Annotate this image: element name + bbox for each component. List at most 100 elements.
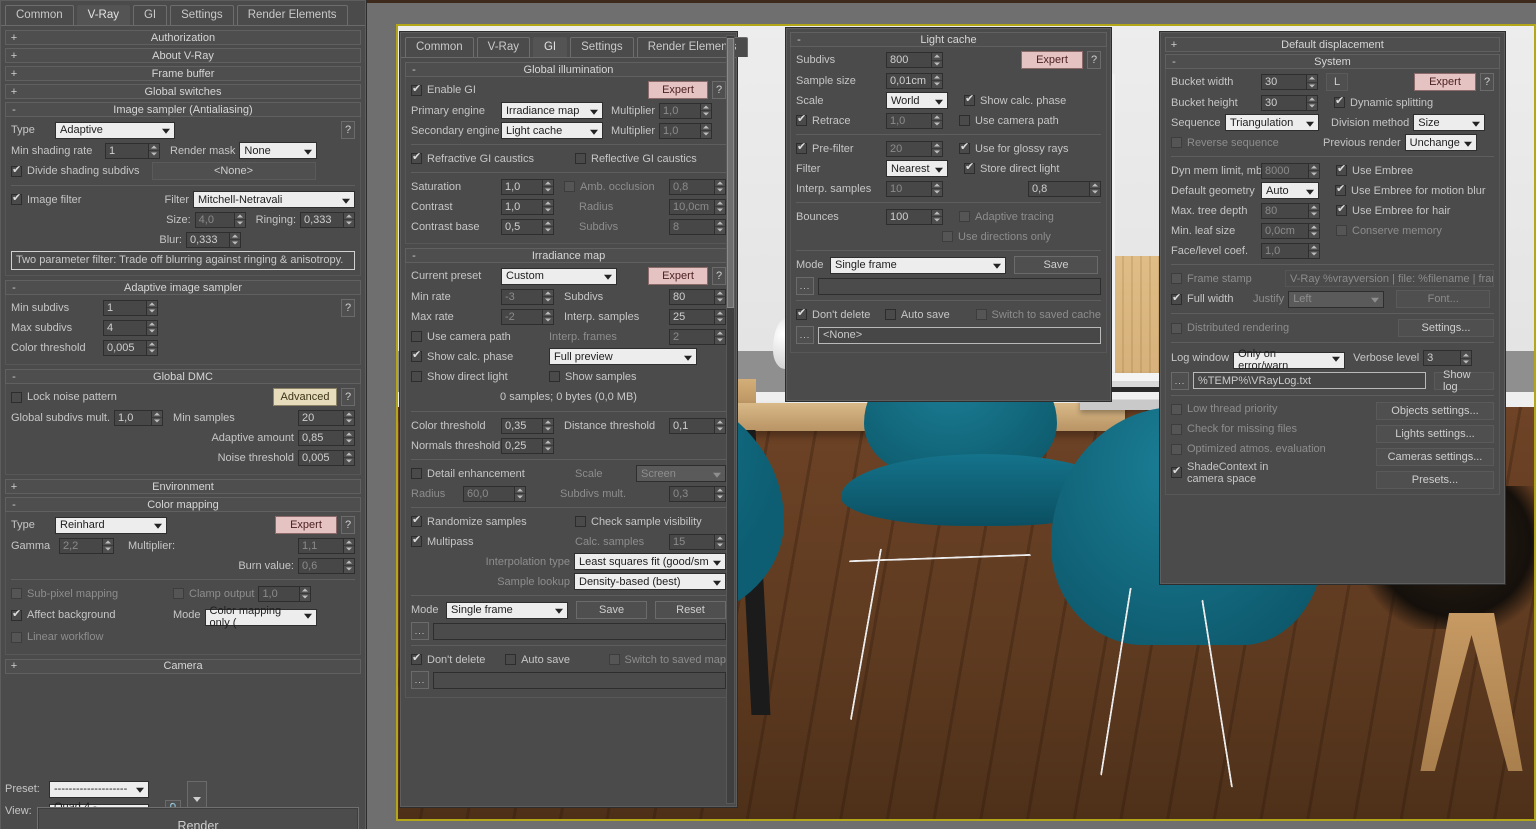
- full-width-checkbox[interactable]: Full width: [1171, 292, 1249, 305]
- show-log-button[interactable]: Show log: [1434, 369, 1494, 393]
- tab-gi[interactable]: GI: [132, 5, 168, 25]
- help-button[interactable]: ?: [1087, 51, 1101, 69]
- show-calc-phase-checkbox[interactable]: Show calc. phase: [411, 349, 545, 363]
- normals-threshold-input[interactable]: [501, 437, 543, 454]
- interpolation-type-select[interactable]: Least squares fit (good/sm: [574, 553, 726, 570]
- help-button[interactable]: ?: [1480, 73, 1494, 91]
- im-color-threshold-input[interactable]: [501, 417, 543, 434]
- ao-radius-input[interactable]: [669, 198, 715, 215]
- render-button[interactable]: Render: [37, 806, 359, 829]
- lc-mode-select[interactable]: Single frame: [830, 256, 1006, 274]
- use-camera-path-checkbox[interactable]: Use camera path: [411, 331, 545, 343]
- calc-samples-input[interactable]: [669, 533, 715, 550]
- min-samples-input[interactable]: [298, 409, 344, 426]
- lc-use-directions-only-checkbox[interactable]: Use directions only: [942, 231, 1051, 243]
- lc-use-glossy-rays-checkbox[interactable]: Use for glossy rays: [959, 141, 1069, 155]
- tab-render-elements[interactable]: Render Elements: [236, 5, 348, 25]
- objects-settings-button[interactable]: Objects settings...: [1376, 401, 1494, 420]
- rollout-global-illumination[interactable]: - Global illumination: [405, 62, 732, 77]
- im-auto-save-checkbox[interactable]: Auto save: [505, 654, 604, 666]
- amb-occlusion-input[interactable]: [669, 178, 715, 195]
- lc-interp-samples-input[interactable]: [886, 180, 932, 197]
- blur-spinner[interactable]: [230, 231, 241, 248]
- help-button[interactable]: ?: [712, 267, 726, 285]
- lights-settings-button[interactable]: Lights settings...: [1376, 424, 1494, 443]
- im-subdivs-input[interactable]: [669, 288, 715, 305]
- lc-save-button[interactable]: Save: [1014, 256, 1098, 274]
- verbose-level-spinner[interactable]: [1461, 350, 1473, 367]
- gi-panel-scrollbar[interactable]: [726, 35, 735, 804]
- im-color-threshold-spinner[interactable]: [543, 417, 554, 434]
- advanced-mode-button[interactable]: Advanced: [273, 388, 337, 406]
- justify-select[interactable]: Left: [1288, 290, 1385, 308]
- distance-threshold-input[interactable]: [669, 417, 715, 434]
- expert-mode-button[interactable]: Expert: [648, 81, 708, 99]
- ringing-spinner[interactable]: [344, 211, 355, 228]
- detail-enhancement-checkbox[interactable]: Detail enhancement: [411, 468, 571, 480]
- low-thread-priority-checkbox[interactable]: Low thread priority: [1171, 403, 1278, 415]
- primary-multiplier-input[interactable]: [659, 102, 702, 119]
- adaptive-amount-input[interactable]: [298, 429, 344, 446]
- expert-mode-button[interactable]: Expert: [1021, 51, 1083, 69]
- calc-samples-spinner[interactable]: [715, 533, 726, 550]
- default-geometry-select[interactable]: Auto: [1261, 182, 1319, 199]
- bucket-width-spinner[interactable]: [1307, 74, 1318, 90]
- amb-occlusion-spinner[interactable]: [715, 178, 726, 195]
- linear-workflow-checkbox[interactable]: Linear workflow: [11, 631, 103, 643]
- sample-lookup-select[interactable]: Density-based (best): [574, 573, 726, 590]
- help-button[interactable]: ?: [341, 121, 355, 139]
- im-switch-saved-checkbox[interactable]: Switch to saved map: [608, 654, 726, 666]
- image-filter-checkbox[interactable]: Image filter: [11, 192, 81, 206]
- lc-pre-filter-spinner[interactable]: [932, 140, 943, 157]
- distributed-settings-button[interactable]: Settings...: [1398, 319, 1494, 337]
- embree-hair-checkbox[interactable]: Use Embree for hair: [1336, 203, 1450, 217]
- max-tree-depth-input[interactable]: [1261, 202, 1309, 219]
- saturation-input[interactable]: [501, 178, 543, 195]
- affect-background-checkbox[interactable]: Affect background: [11, 608, 169, 621]
- min-leaf-size-spinner[interactable]: [1309, 222, 1320, 239]
- contrast-spinner[interactable]: [543, 198, 554, 215]
- min-rate-spinner[interactable]: [543, 288, 554, 305]
- burn-value-input[interactable]: [298, 557, 344, 574]
- im-dont-delete-checkbox[interactable]: Don't delete: [411, 652, 501, 666]
- divide-shading-subdivs-checkbox[interactable]: Divide shading subdivs: [11, 164, 140, 177]
- sequence-select[interactable]: Triangulation: [1225, 114, 1319, 131]
- lc-retrace-spinner[interactable]: [932, 112, 943, 129]
- im-interp-samples-spinner[interactable]: [715, 308, 726, 325]
- reflective-gi-caustics-checkbox[interactable]: Reflective GI caustics: [575, 153, 697, 165]
- rollout-global-dmc[interactable]: - Global DMC: [5, 369, 361, 384]
- lc-use-camera-path-checkbox[interactable]: Use camera path: [959, 115, 1059, 127]
- contrast-base-input[interactable]: [501, 218, 543, 235]
- max-tree-depth-spinner[interactable]: [1309, 202, 1320, 219]
- expert-mode-button[interactable]: Expert: [648, 267, 708, 285]
- lc-scale-select[interactable]: World: [886, 92, 948, 109]
- contrast-base-spinner[interactable]: [543, 218, 554, 235]
- scrollbar-thumb[interactable]: [727, 38, 734, 308]
- dyn-mem-limit-spinner[interactable]: [1309, 162, 1320, 179]
- log-window-select[interactable]: Only on error/warn: [1233, 348, 1346, 372]
- secondary-multiplier-input[interactable]: [659, 122, 702, 139]
- clamp-output-input[interactable]: [258, 585, 301, 602]
- show-direct-light-checkbox[interactable]: Show direct light: [411, 371, 545, 383]
- gamma-spinner[interactable]: [103, 537, 114, 554]
- lc-sample-size-input[interactable]: [886, 72, 932, 89]
- lc-pre-filter-input[interactable]: [886, 140, 932, 157]
- lc-bounces-input[interactable]: [886, 208, 932, 225]
- lc-sample-size-spinner[interactable]: [932, 72, 943, 89]
- bucket-height-spinner[interactable]: [1307, 94, 1318, 111]
- clamp-output-spinner[interactable]: [300, 585, 312, 602]
- de-radius-spinner[interactable]: [515, 485, 526, 502]
- check-missing-files-checkbox[interactable]: Check for missing files: [1171, 423, 1297, 435]
- log-path-browse-button[interactable]: ...: [1171, 371, 1189, 390]
- rollout-about-vray[interactable]: + About V-Ray: [5, 48, 361, 63]
- secondary-engine-select[interactable]: Light cache: [501, 122, 603, 139]
- min-samples-spinner[interactable]: [344, 409, 355, 426]
- sampler-type-select[interactable]: Adaptive: [55, 121, 175, 139]
- conserve-memory-checkbox[interactable]: Conserve memory: [1336, 225, 1442, 237]
- embree-motion-blur-checkbox[interactable]: Use Embree for motion blur: [1335, 183, 1486, 197]
- rollout-irradiance-map[interactable]: - Irradiance map: [405, 248, 732, 263]
- help-button[interactable]: ?: [341, 388, 355, 406]
- blur-input[interactable]: [186, 231, 230, 248]
- im-reset-button[interactable]: Reset: [655, 601, 726, 619]
- distance-threshold-spinner[interactable]: [715, 417, 726, 434]
